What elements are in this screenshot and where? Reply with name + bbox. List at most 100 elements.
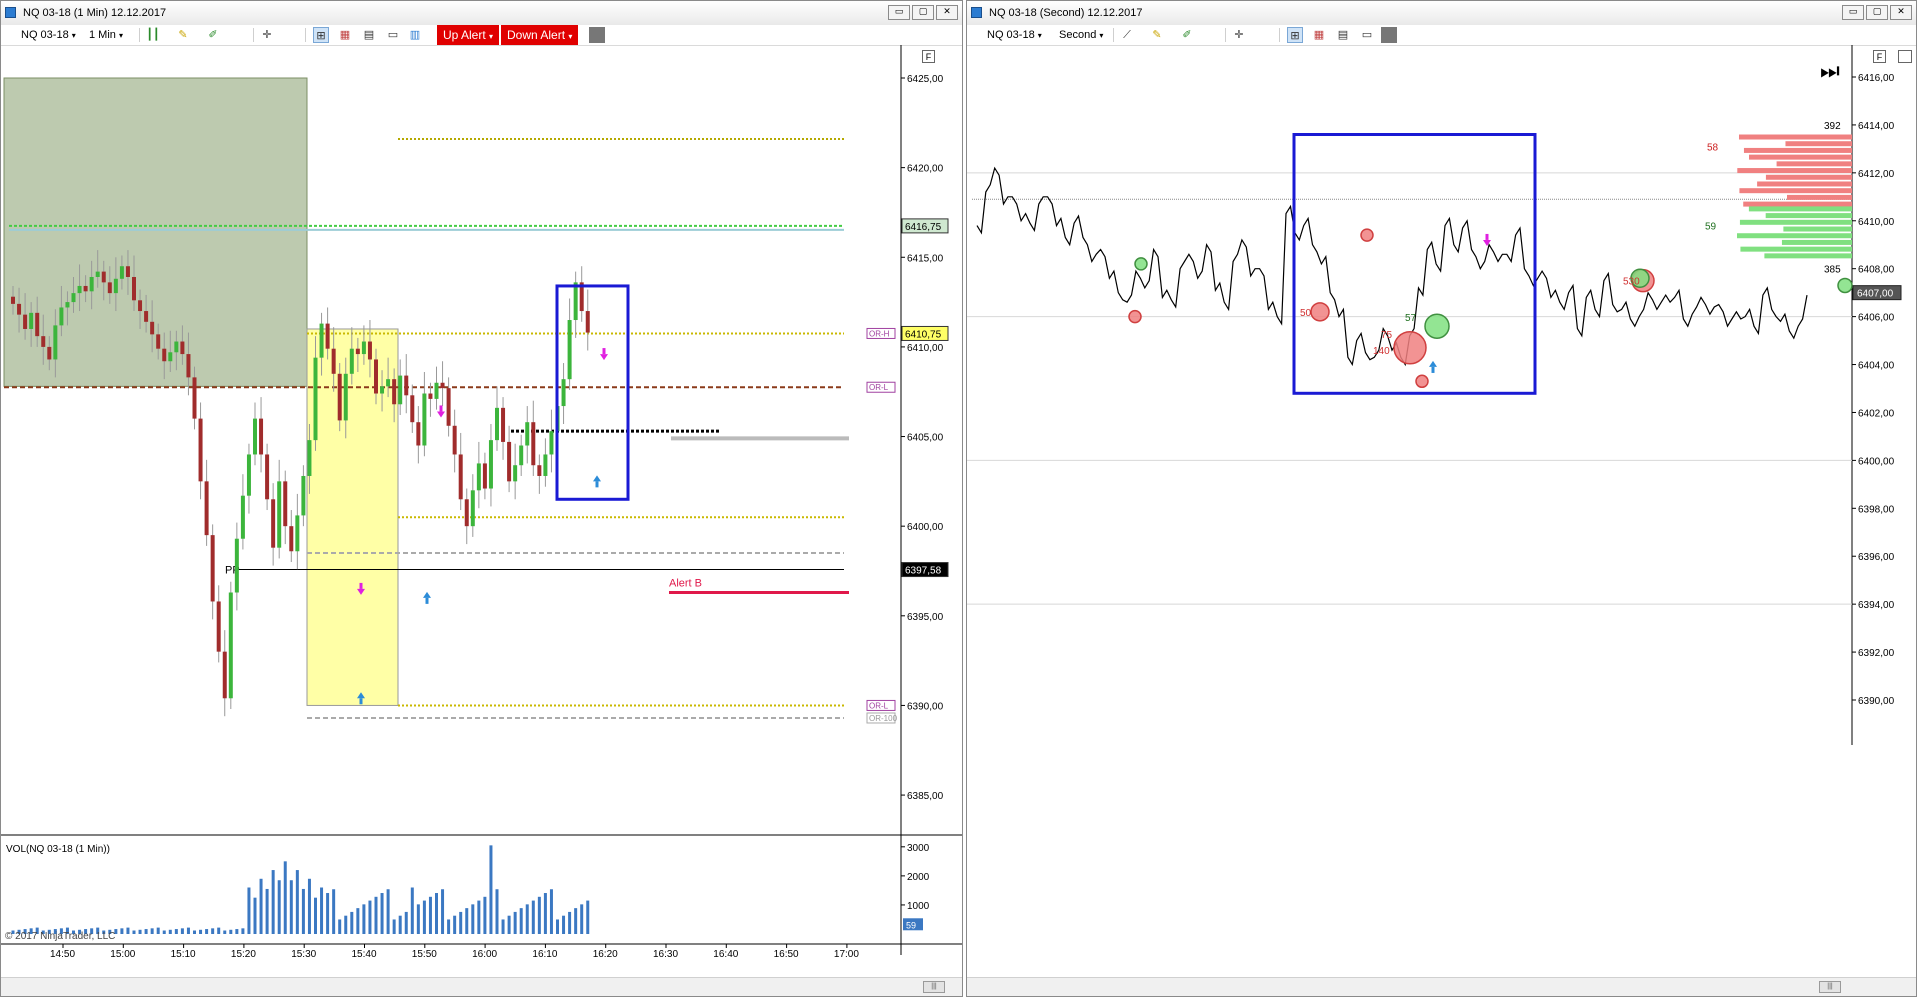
maximize-button[interactable]: ▢ [912, 5, 934, 20]
candle [349, 348, 354, 374]
up-alert-button[interactable]: Up Alert ▾ [437, 25, 500, 45]
time-tick-label: 14:50 [50, 949, 75, 960]
candle [416, 422, 421, 446]
volume-bar [265, 888, 269, 934]
volume-bar [428, 896, 432, 934]
candle [295, 515, 300, 552]
drawing-tool-icon[interactable]: ✎ [175, 27, 191, 43]
price-tick-label: 6402,00 [1858, 408, 1895, 419]
price-tick-label: 6390,00 [1858, 696, 1895, 707]
volume-profile-bar [1737, 168, 1852, 174]
volume-current-label: 59 [906, 920, 916, 930]
maximize-button[interactable]: ▢ [1866, 5, 1888, 20]
scrollbar-thumb[interactable]: ||| [923, 981, 945, 993]
candle [301, 475, 306, 516]
candle [253, 418, 257, 455]
candle [162, 348, 167, 362]
candle [398, 375, 403, 405]
volume-bar [156, 927, 160, 934]
close-button[interactable]: ✕ [936, 5, 958, 20]
volume-bar [489, 845, 493, 934]
price-tick-label: 6385,00 [907, 791, 944, 802]
volume-bar [144, 929, 148, 934]
title-bar[interactable]: NQ 03-18 (1 Min) 12.12.2017 ▭ ▢ ✕ [1, 1, 962, 26]
global-draw-icon[interactable]: ✐ [1179, 27, 1195, 43]
minimize-button[interactable]: ▭ [888, 5, 910, 20]
price-chart-1min[interactable]: PPAlert B6425,006420,006415,006410,00640… [1, 45, 963, 997]
profile-label: 385 [1824, 265, 1841, 276]
indicators-icon[interactable]: ▦ [337, 27, 353, 43]
candle [240, 495, 245, 539]
f-button[interactable]: F [1873, 50, 1886, 63]
candle [289, 526, 294, 552]
chart-style-icon[interactable]: ┃┃ [145, 27, 161, 43]
instrument-selector[interactable]: NQ 03-18 ▾ [987, 27, 1042, 43]
volume-bar [368, 900, 372, 934]
horizontal-scrollbar[interactable]: ||| [1, 977, 962, 996]
volume-bar [283, 861, 287, 934]
candle [404, 375, 409, 396]
strategies-icon[interactable]: ▤ [361, 27, 377, 43]
volume-bar [223, 930, 227, 934]
drawing-tool-icon[interactable]: ✎ [1149, 27, 1165, 43]
down-alert-label: Down Alert [507, 28, 566, 42]
price-tick-label: 6398,00 [1858, 504, 1895, 515]
minimize-button[interactable]: ▭ [1842, 5, 1864, 20]
volume-bar [326, 893, 330, 934]
interval-selector[interactable]: 1 Min ▾ [89, 27, 123, 43]
properties-icon[interactable]: ▭ [385, 27, 401, 43]
volume-bar [186, 927, 190, 934]
global-draw-icon[interactable]: ✐ [205, 27, 221, 43]
volume-bar [314, 897, 317, 934]
time-tick-label: 17:00 [834, 949, 859, 960]
scroll-to-end-icon[interactable]: ⏭ [1820, 59, 1840, 84]
chart-style-icon[interactable]: ⟋ [1119, 27, 1135, 43]
strategies-icon[interactable]: ▤ [1335, 27, 1351, 43]
down-alert-button[interactable]: Down Alert ▾ [501, 25, 579, 45]
candle [307, 440, 312, 476]
volume-profile-bar [1743, 201, 1852, 207]
time-tick-label: 15:00 [110, 949, 135, 960]
volume-bar [404, 911, 408, 934]
crosshair-icon[interactable]: ✛ [259, 27, 275, 43]
window-title: NQ 03-18 (1 Min) 12.12.2017 [23, 7, 167, 19]
chart-window-second[interactable]: NQ 03-18 (Second) 12.12.2017 ▭ ▢ ✕ NQ 03… [966, 0, 1917, 997]
instrument-selector[interactable]: NQ 03-18 ▾ [21, 27, 76, 43]
volume-bar [295, 870, 299, 934]
chart-window-1min[interactable]: NQ 03-18 (1 Min) 12.12.2017 ▭ ▢ ✕ NQ 03-… [0, 0, 963, 997]
volume-bar [574, 908, 578, 934]
data-series-icon[interactable]: ⊞ [1287, 27, 1303, 43]
price-chart-second[interactable]: 392 58 59 385 50 75 57 140 530 6416,00 6414,00 6412… [967, 45, 1917, 997]
price-tick-label: 6390,00 [907, 701, 944, 712]
options-icon[interactable] [589, 27, 605, 43]
collapse-panel-button[interactable] [1898, 50, 1912, 63]
candle [507, 441, 512, 482]
volume-bar [549, 889, 553, 934]
indicators-icon[interactable]: ▦ [1311, 27, 1327, 43]
candle [168, 352, 173, 362]
f-button[interactable]: F [922, 50, 935, 63]
title-bar[interactable]: NQ 03-18 (Second) 12.12.2017 ▭ ▢ ✕ [967, 1, 1916, 26]
time-tick-label: 15:10 [171, 949, 196, 960]
bubble-label: 530 [1623, 277, 1640, 288]
level-tag-label: OR-100 [869, 714, 898, 723]
volume-bar [562, 915, 566, 934]
volume-bar [229, 929, 233, 934]
volume-bar [568, 911, 572, 934]
horizontal-scrollbar[interactable]: ||| [967, 977, 1916, 996]
price-tick-label: 6400,00 [1858, 456, 1895, 467]
volume-bar [138, 929, 142, 934]
properties-icon[interactable]: ▭ [1359, 27, 1375, 43]
volume-bar [271, 870, 275, 934]
chart-trader-icon[interactable]: ▥ [407, 27, 423, 43]
data-series-icon[interactable]: ⊞ [313, 27, 329, 43]
volume-profile-bar [1739, 219, 1852, 225]
options-icon[interactable] [1381, 27, 1397, 43]
candle [41, 336, 46, 347]
scrollbar-thumb[interactable]: ||| [1819, 981, 1841, 993]
volume-bar [362, 904, 366, 934]
close-button[interactable]: ✕ [1890, 5, 1912, 20]
interval-selector[interactable]: Second ▾ [1059, 27, 1103, 43]
volume-bar [253, 897, 257, 934]
crosshair-icon[interactable]: ✛ [1231, 27, 1247, 43]
